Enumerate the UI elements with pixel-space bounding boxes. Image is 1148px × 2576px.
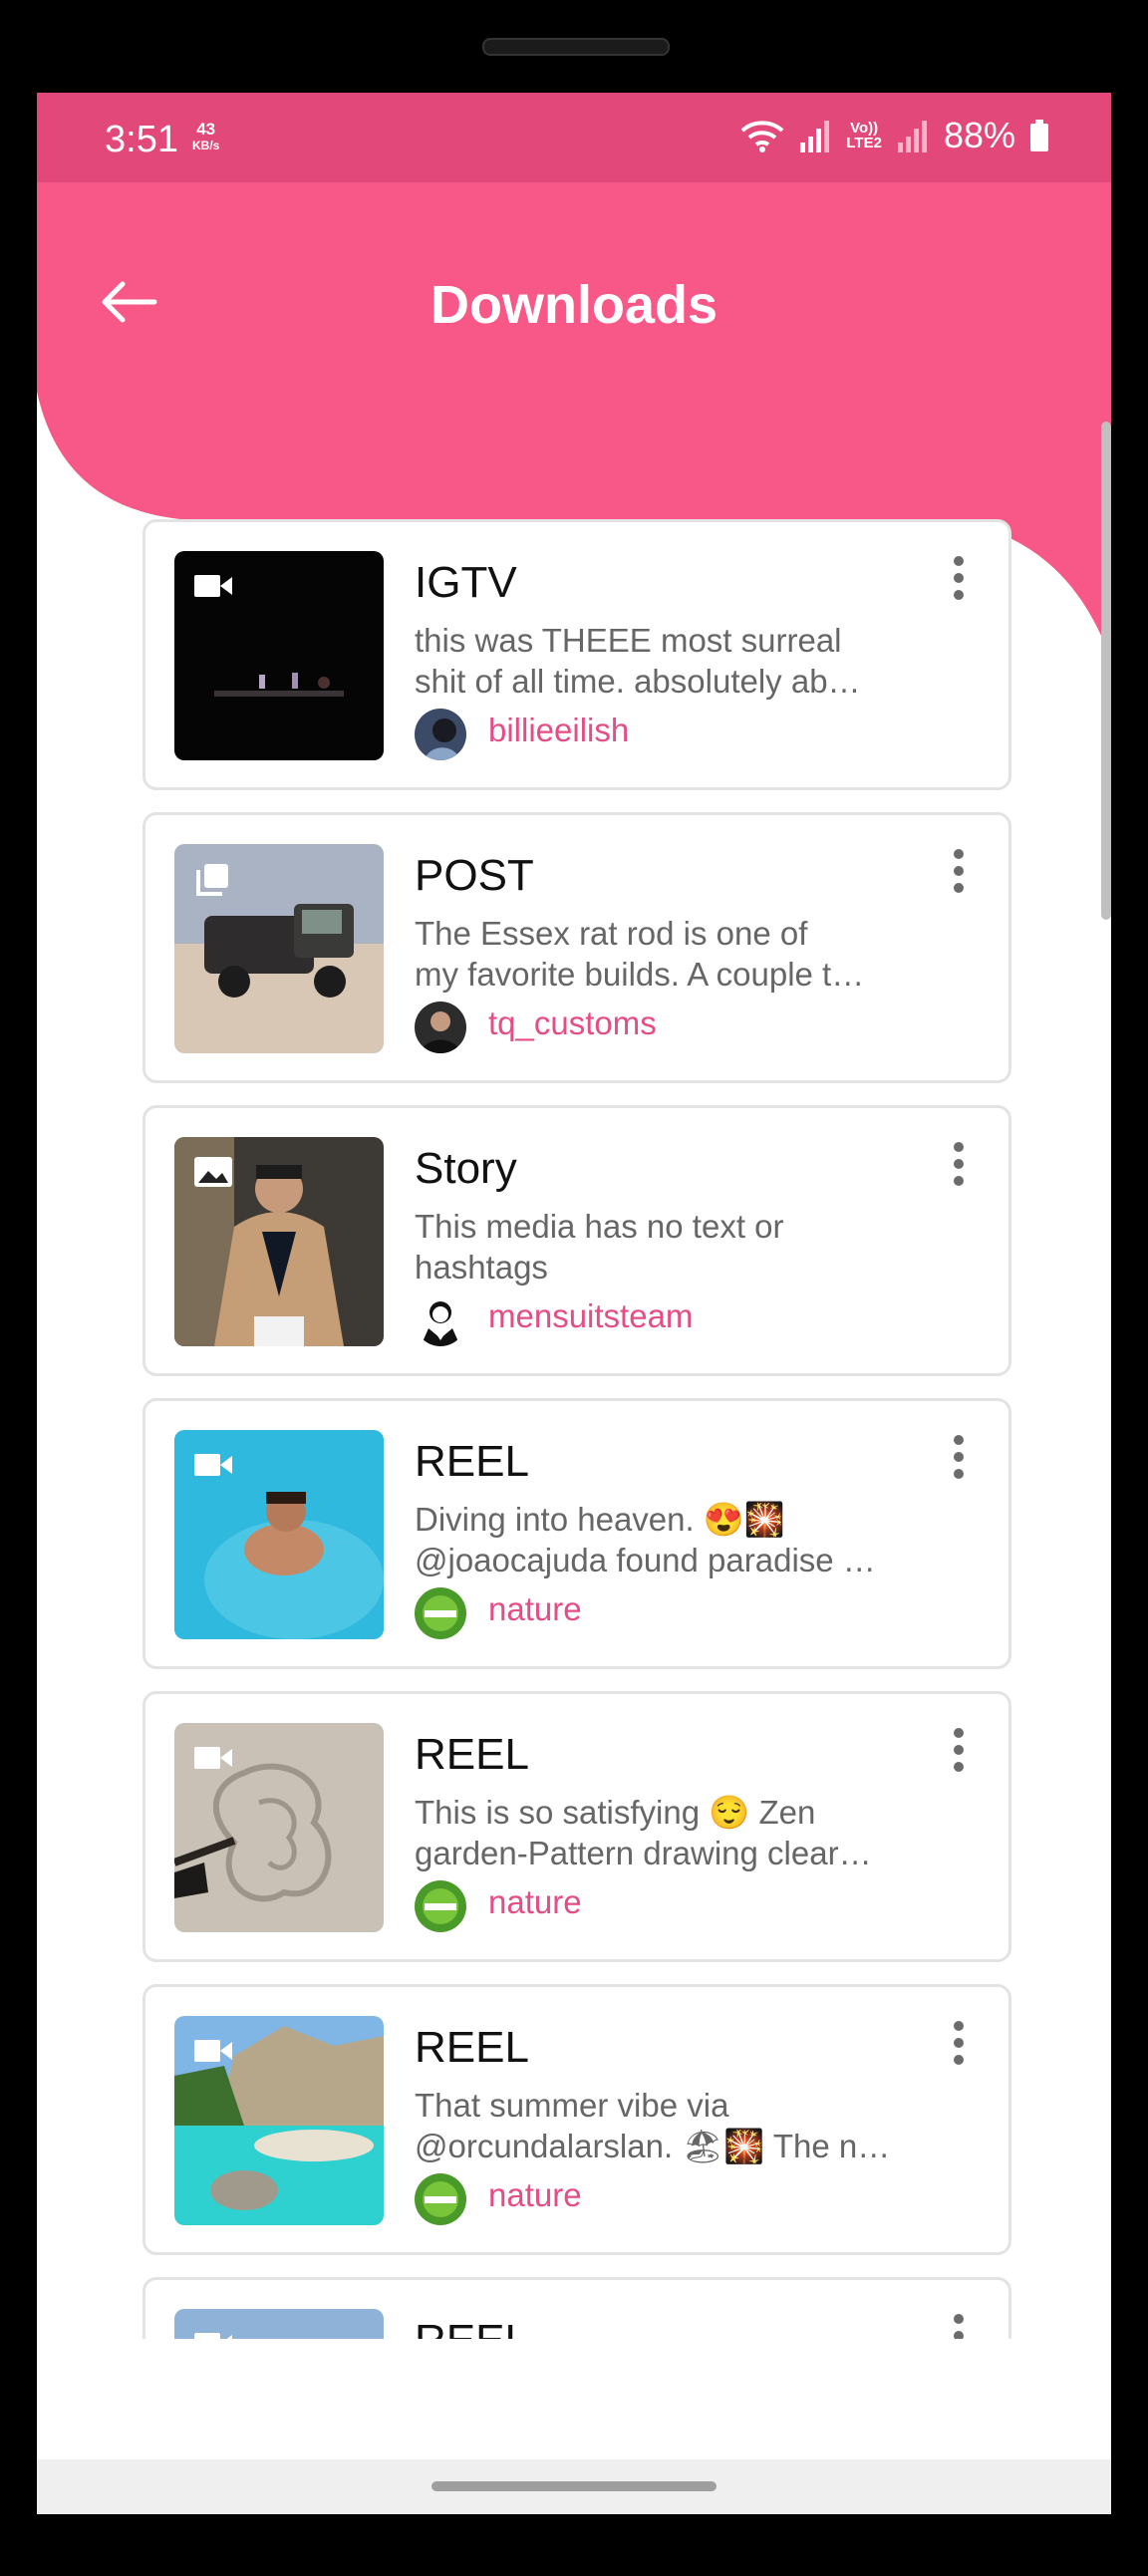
caption: This media has no text or hashtags [415,1206,913,1288]
avatar[interactable] [415,1880,466,1932]
network-speed: 43 KB/s [192,121,219,154]
username-link[interactable]: nature [488,1883,582,1921]
download-card[interactable]: POST The Essex rat rod is one of my favo… [143,812,1011,1083]
video-icon [194,1747,232,1769]
thumbnail[interactable] [174,844,384,1053]
caption-line-2: hashtags [415,1249,548,1286]
avatar-image [415,1294,466,1346]
avatar[interactable] [415,1587,466,1639]
caption-line-1: This media has no text or [415,1208,784,1245]
content-type: REEL [415,1437,529,1486]
thumbnail[interactable] [174,551,384,760]
caption: This is so satisfying 😌 Zen garden-Patte… [415,1792,913,1873]
avatar-image [415,1002,466,1053]
status-icons: Vo)) LTE2 88% [740,115,1049,156]
avatar-image [415,709,466,760]
caption: The Essex rat rod is one of my favorite … [415,913,913,995]
caption: this was THEEE most surreal shit of all … [415,620,913,702]
app-screen: 3:51 43 KB/s Vo)) LTE2 88% Downloads IGT… [37,93,1111,2514]
network-speed-unit: KB/s [192,139,220,152]
download-card[interactable]: Story This media has no text or hashtags… [143,1105,1011,1376]
caption-line-1: Diving into heaven. 😍🎇 [415,1501,786,1538]
earpiece-speaker [482,38,670,56]
caption-line-2: my favorite builds. A couple t… [415,956,865,993]
battery-icon [1030,120,1048,151]
wifi-icon [741,121,784,152]
username-link[interactable]: mensuitsteam [488,1297,693,1335]
content-type: Story [415,1144,517,1193]
caption: That summer vibe via @orcundalarslan. 🏖🎇… [415,2085,913,2166]
download-card[interactable]: REEL That summer vibe via @orcundalarsla… [143,1984,1011,2255]
caption-line-1: This is so satisfying 😌 Zen [415,1794,816,1831]
video-icon [194,575,232,597]
download-card[interactable]: REEL This is so satisfying 😌 Zen garden-… [143,1691,1011,1962]
image-icon [194,1157,232,1187]
phone-frame: 3:51 43 KB/s Vo)) LTE2 88% Downloads IGT… [0,0,1148,2576]
avatar-image [415,1880,466,1932]
more-options-icon[interactable] [953,2021,965,2065]
more-options-icon[interactable] [953,1728,965,1772]
carousel-icon [196,864,228,896]
caption-line-2: shit of all time. absolutely ab… [415,663,861,700]
caption-line-1: this was THEEE most surreal [415,622,842,659]
caption-line-2: @orcundalarslan. 🏖🎇 The n… [415,2128,891,2164]
avatar-image [415,2173,466,2225]
content-type: IGTV [415,558,517,607]
avatar[interactable] [415,2173,466,2225]
avatar[interactable] [415,1002,466,1053]
status-bar: 3:51 43 KB/s Vo)) LTE2 88% [37,93,1111,182]
volte-label: Vo)) [850,120,879,137]
thumbnail[interactable] [174,1723,384,1932]
content-type: REEL [415,1730,529,1779]
thumbnail[interactable] [174,1430,384,1639]
signal-icon [800,121,830,152]
caption-line-1: That summer vibe via [415,2087,729,2124]
more-options-icon[interactable] [953,2314,965,2339]
avatar[interactable] [415,709,466,760]
download-card[interactable]: REEL Diving into heaven. 😍🎇 @joaocajuda … [143,1398,1011,1669]
home-indicator[interactable] [431,2481,717,2491]
thumbnail[interactable] [174,1137,384,1346]
avatar-image [415,1587,466,1639]
caption-line-1: The Essex rat rod is one of [415,915,808,952]
video-icon [194,2333,232,2339]
thumbnail[interactable] [174,2309,384,2339]
battery-percent: 88% [943,115,1015,155]
network-speed-value: 43 [196,120,216,139]
more-options-icon[interactable] [953,849,965,893]
content-type: REEL [415,2023,529,2072]
page-title: Downloads [430,275,718,335]
content-type: POST [415,851,534,900]
caption-line-2: @joaocajuda found paradise … [415,1542,876,1578]
scrollbar[interactable] [1101,422,1111,920]
username-link[interactable]: billieeilish [488,712,629,749]
username-link[interactable]: nature [488,1590,582,1628]
more-options-icon[interactable] [953,1435,965,1479]
username-link[interactable]: nature [488,2176,582,2214]
signal-2-icon [897,121,927,152]
more-options-icon[interactable] [953,556,965,600]
video-icon [194,2040,232,2062]
status-time: 3:51 [105,119,178,160]
more-options-icon[interactable] [953,1142,965,1186]
navigation-bar [37,2459,1111,2514]
username-link[interactable]: tq_customs [488,1004,657,1042]
avatar[interactable] [415,1294,466,1346]
content-type: REEL [415,2316,529,2339]
downloads-list: IGTV this was THEEE most surreal shit of… [143,519,1011,2339]
caption: Diving into heaven. 😍🎇 @joaocajuda found… [415,1499,913,1580]
thumbnail[interactable] [174,2016,384,2225]
volte-indicator: Vo)) LTE2 [846,121,882,150]
video-icon [194,1454,232,1476]
download-card[interactable]: REEL [143,2277,1011,2339]
lte-label: LTE2 [846,135,882,151]
download-card[interactable]: IGTV this was THEEE most surreal shit of… [143,519,1011,790]
caption-line-2: garden-Pattern drawing clear… [415,1835,872,1871]
